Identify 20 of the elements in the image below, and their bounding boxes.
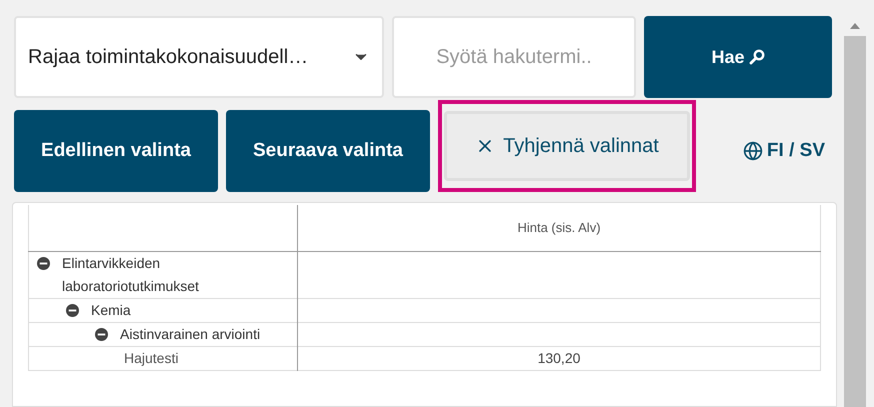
price-cell: 130,20: [538, 350, 580, 366]
scrollbar-thumb[interactable]: [844, 36, 866, 407]
collapse-icon[interactable]: [37, 256, 50, 270]
nav-button[interactable]: Edellinen valinta: [14, 110, 218, 192]
column-header: Hinta (sis. Alv): [517, 220, 601, 235]
search-icon: [748, 49, 765, 65]
row-label: Elintarvikkeiden laboratoriotutkimukset: [62, 254, 200, 296]
row-label: Kemia: [91, 300, 131, 320]
clear-selections-button[interactable]: Tyhjennä valinnat: [444, 111, 690, 181]
scroll-up-icon[interactable]: [850, 22, 860, 30]
search-field[interactable]: Syötä hakutermi..: [392, 16, 636, 98]
nav-button[interactable]: Seuraava valinta: [226, 110, 430, 192]
globe-icon: [742, 141, 763, 161]
row-label: Hajutesti: [124, 348, 178, 368]
language-link[interactable]: FI / SV: [742, 136, 825, 166]
filter-select[interactable]: Rajaa toimintakokonaisuudell…: [14, 16, 384, 98]
row-label: Aistinvarainen arviointi: [120, 324, 260, 344]
collapse-icon[interactable]: [95, 328, 108, 340]
search-button[interactable]: Hae: [644, 16, 832, 98]
collapse-icon[interactable]: [66, 304, 79, 316]
